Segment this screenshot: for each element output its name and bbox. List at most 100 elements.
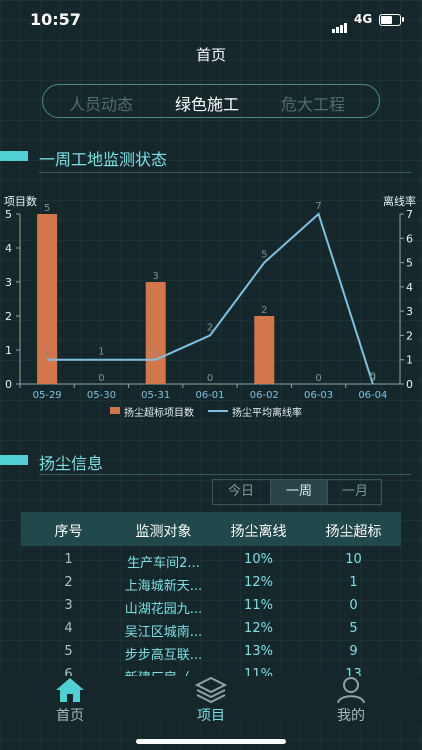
y-tick-label-right: 4 xyxy=(406,281,413,294)
bar-value-label: 2 xyxy=(261,305,267,316)
bar xyxy=(37,214,58,384)
x-tick-label: 05-30 xyxy=(87,390,116,400)
line-value-label: 0 xyxy=(370,371,376,382)
user-icon xyxy=(337,677,365,704)
y-tick-label-left: 5 xyxy=(5,208,12,221)
x-tick-label: 06-04 xyxy=(358,390,387,400)
cell-exceed: 10 xyxy=(345,552,362,567)
y-tick-label-right: 2 xyxy=(406,329,413,342)
bar-value-label: 0 xyxy=(207,373,213,384)
legend-line-label: 扬尘平均离线率 xyxy=(232,408,302,419)
cell-exceed: 1 xyxy=(349,575,358,590)
section-title-weekly: 一周工地监测状态 xyxy=(39,150,168,169)
tabbar-mine-label: 我的 xyxy=(337,708,365,724)
legend-bar-swatch xyxy=(110,407,120,414)
bar-value-label: 0 xyxy=(98,373,104,384)
table-row[interactable]: 4 吴江区城南... 12% 5 xyxy=(21,619,401,642)
header-target: 监测对象 xyxy=(135,524,192,540)
y-tick-label-right: 1 xyxy=(406,354,413,367)
section-marker xyxy=(0,455,28,465)
section-title-dust: 扬尘信息 xyxy=(39,454,104,473)
y-tick-label-left: 1 xyxy=(5,344,12,357)
offline-rate-line xyxy=(47,212,374,385)
y-axis-left-title: 项目数 xyxy=(4,195,37,208)
table-row[interactable]: 2 上海城新天... 12% 1 xyxy=(21,573,401,596)
network-label: 4G xyxy=(354,12,373,26)
y-axis-right-title: 离线率 xyxy=(383,194,416,208)
page-title: 首页 xyxy=(195,46,226,64)
line-value-label: 1 xyxy=(153,347,159,358)
tabbar-home-label: 首页 xyxy=(56,708,84,724)
battery-icon xyxy=(379,14,401,26)
cell-target: 吴江区城南... xyxy=(124,625,203,640)
table-row[interactable]: 3 山湖花园九... 11% 0 xyxy=(21,596,401,619)
cell-offline: 12% xyxy=(244,621,273,636)
cell-offline: 12% xyxy=(244,575,273,590)
y-tick-label-right: 6 xyxy=(406,232,413,245)
cell-offline: 10% xyxy=(244,552,273,567)
cell-index: 5 xyxy=(64,644,73,659)
home-indicator xyxy=(136,739,286,744)
header-exceed: 扬尘超标 xyxy=(325,524,382,540)
legend-line-swatch xyxy=(208,410,228,412)
x-tick-label: 06-03 xyxy=(304,390,333,400)
x-tick-label: 06-01 xyxy=(195,390,224,400)
cell-target: 山湖花园九... xyxy=(124,602,203,617)
line-value-label: 2 xyxy=(207,322,213,333)
section-marker xyxy=(0,151,28,161)
tab-month[interactable]: 一月 xyxy=(327,480,383,504)
cell-target: 生产车间2... xyxy=(127,556,200,571)
cell-exceed: 0 xyxy=(349,598,358,613)
home-icon xyxy=(56,678,84,702)
table-row[interactable]: 5 步步高互联... 13% 9 xyxy=(21,642,401,665)
tabbar-projects-label: 项目 xyxy=(197,708,225,724)
tab-today[interactable]: 今日 xyxy=(213,480,269,504)
cell-exceed: 5 xyxy=(349,621,358,636)
line-value-label: 5 xyxy=(261,250,267,261)
cell-index: 1 xyxy=(64,552,73,567)
tabbar-mine[interactable]: 我的 xyxy=(281,676,421,724)
signal-icon xyxy=(332,14,348,33)
x-tick-label: 05-29 xyxy=(33,390,62,400)
segment-dangerous-works[interactable]: 危大工程 xyxy=(281,91,345,115)
cell-offline: 13% xyxy=(244,644,273,659)
bar xyxy=(145,282,166,384)
segment-personnel[interactable]: 人员动态 xyxy=(69,91,133,115)
cell-index: 4 xyxy=(64,621,73,636)
y-tick-label-left: 3 xyxy=(5,276,12,289)
status-bar: 10:57 4G xyxy=(0,0,422,38)
tab-week[interactable]: 一周 xyxy=(270,480,328,504)
range-tabs: 今日 一周 一月 xyxy=(212,479,382,505)
line-value-label: 1 xyxy=(98,347,104,358)
y-tick-label-left: 4 xyxy=(5,242,12,255)
x-tick-label: 06-02 xyxy=(250,390,279,400)
bottom-tab-bar: 首页 项目 我的 xyxy=(0,676,422,724)
y-tick-label-left: 0 xyxy=(5,378,12,391)
cell-target: 步步高互联... xyxy=(124,648,203,663)
x-tick-label: 05-31 xyxy=(141,390,170,400)
cell-exceed: 9 xyxy=(349,644,358,659)
line-value-label: 1 xyxy=(44,347,50,358)
section-divider xyxy=(39,172,411,173)
y-tick-label-right: 5 xyxy=(406,257,413,270)
header-index: 序号 xyxy=(54,524,83,540)
bar-value-label: 0 xyxy=(315,373,321,384)
cell-index: 3 xyxy=(64,598,73,613)
cell-index: 2 xyxy=(64,575,73,590)
weekly-monitor-chart: 项目数 离线率 0 1 2 3 4 5 0 1 2 3 4 5 6 7 05-29 05-30 05-31 06-01… xyxy=(4,194,416,400)
battery-tip xyxy=(402,17,404,22)
tabbar-home[interactable]: 首页 xyxy=(0,676,140,724)
layers-icon xyxy=(195,676,227,704)
legend-bar-label: 扬尘超标项目数 xyxy=(124,408,194,419)
table-header: 序号 监测对象 扬尘离线 扬尘超标 xyxy=(21,512,401,546)
bar-value-label: 5 xyxy=(44,203,50,214)
y-tick-label-right: 7 xyxy=(406,208,413,221)
status-time: 10:57 xyxy=(30,10,81,29)
bar-value-label: 3 xyxy=(153,271,159,282)
segment-control: 人员动态 绿色施工 危大工程 xyxy=(42,84,380,118)
bar xyxy=(254,316,275,384)
tabbar-projects[interactable]: 项目 xyxy=(141,676,281,724)
table-row[interactable]: 1 生产车间2... 10% 10 xyxy=(21,550,401,573)
segment-green-construction[interactable]: 绿色施工 xyxy=(175,91,239,115)
section-divider xyxy=(39,474,411,475)
